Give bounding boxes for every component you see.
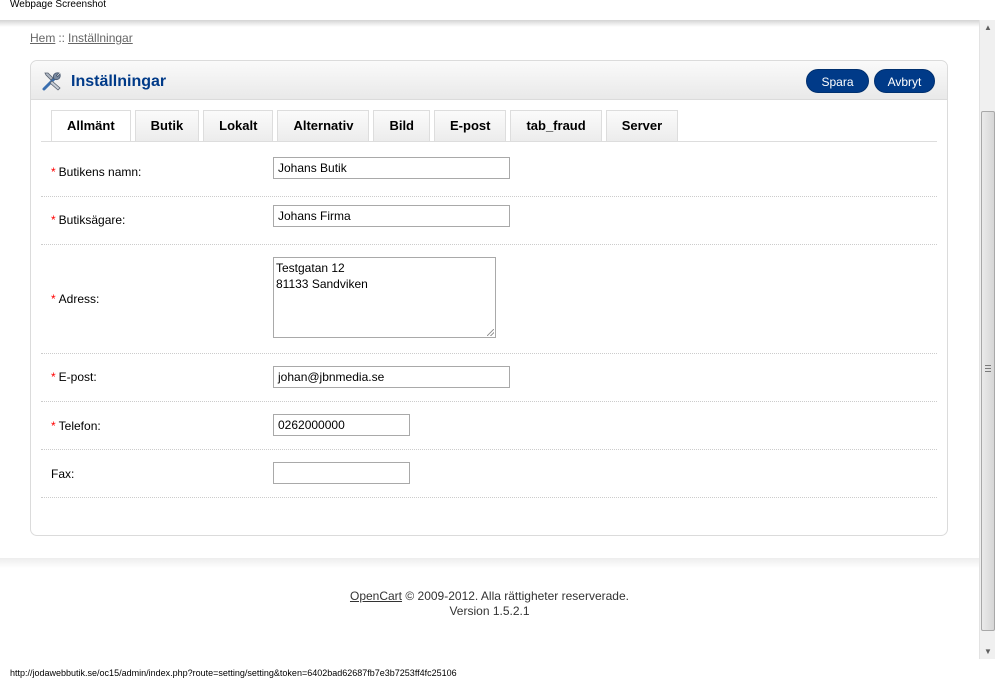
window-title: Webpage Screenshot	[0, 0, 995, 20]
tabs-divider	[41, 141, 937, 142]
resize-handle-icon[interactable]	[487, 329, 494, 336]
required-mark: *	[51, 165, 56, 179]
breadcrumb: Hem:: Inställningar	[30, 31, 133, 45]
required-mark: *	[51, 292, 56, 306]
tab-mail[interactable]: E-post	[434, 110, 507, 141]
required-mark: *	[51, 370, 56, 384]
footer-copyright: © 2009-2012. Alla rättigheter reserverad…	[402, 589, 629, 603]
status-bar-url: http://jodawebbutik.se/oc15/admin/index.…	[0, 659, 995, 679]
form-row-store-name: * Butikens namn: Johans Butik	[41, 149, 937, 197]
store-name-input[interactable]: Johans Butik	[273, 157, 510, 179]
scrollbar-thumb[interactable]	[981, 111, 995, 631]
form-row-address: * Adress: Testgatan 12 81133 Sandviken	[41, 245, 937, 354]
required-mark: *	[51, 213, 56, 227]
email-input[interactable]: johan@jbnmedia.se	[273, 366, 510, 388]
required-mark: *	[51, 419, 56, 433]
footer: OpenCart © 2009-2012. Alla rättigheter r…	[0, 589, 979, 619]
cancel-button[interactable]: Avbryt	[874, 69, 935, 93]
grip-icon	[985, 365, 991, 372]
scroll-up-icon[interactable]: ▲	[984, 23, 992, 32]
store-name-label: * Butikens namn:	[51, 165, 142, 179]
form-row-email: * E-post: johan@jbnmedia.se	[41, 354, 937, 402]
phone-label: * Telefon:	[51, 419, 101, 433]
header-shadow	[0, 20, 979, 27]
breadcrumb-separator: ::	[58, 31, 66, 45]
tab-local[interactable]: Lokalt	[203, 110, 274, 141]
opencart-link[interactable]: OpenCart	[350, 589, 402, 603]
address-textarea[interactable]: Testgatan 12 81133 Sandviken	[273, 257, 496, 338]
owner-label: * Butiksägare:	[51, 213, 126, 227]
tools-icon	[42, 72, 61, 91]
settings-panel: Inställningar Spara Avbryt Allmänt Butik…	[30, 60, 948, 536]
footer-version: Version 1.5.2.1	[449, 604, 530, 618]
vertical-scrollbar[interactable]: ▲ ▼	[979, 20, 995, 659]
tab-general[interactable]: Allmänt	[51, 110, 131, 142]
breadcrumb-current-link[interactable]: Inställningar	[68, 31, 133, 45]
fax-label: Fax:	[51, 467, 75, 481]
form-row-phone: * Telefon: 0262000000	[41, 402, 937, 450]
email-label: * E-post:	[51, 370, 97, 384]
save-button[interactable]: Spara	[806, 69, 869, 93]
tab-fraud[interactable]: tab_fraud	[510, 110, 602, 141]
scroll-down-icon[interactable]: ▼	[984, 647, 992, 656]
address-label: * Adress:	[51, 292, 100, 306]
phone-input[interactable]: 0262000000	[273, 414, 410, 436]
general-settings-form: * Butikens namn: Johans Butik * Butiksägar…	[41, 149, 937, 498]
footer-divider	[0, 558, 979, 568]
panel-heading: Inställningar Spara Avbryt	[31, 61, 947, 100]
tab-server[interactable]: Server	[605, 110, 679, 141]
tab-option[interactable]: Alternativ	[277, 110, 370, 141]
page-viewport: Hem:: Inställningar Inställningar Spara A…	[0, 20, 979, 659]
form-row-owner: * Butiksägare: Johans Firma	[41, 197, 937, 245]
tab-store[interactable]: Butik	[134, 110, 200, 141]
fax-input[interactable]	[273, 462, 410, 484]
form-row-fax: Fax:	[41, 450, 937, 498]
tab-image[interactable]: Bild	[373, 110, 430, 141]
breadcrumb-home-link[interactable]: Hem	[30, 31, 55, 45]
settings-tabs: Allmänt Butik Lokalt Alternativ Bild E-p…	[51, 110, 682, 142]
page-title: Inställningar	[71, 73, 167, 90]
owner-input[interactable]: Johans Firma	[273, 205, 510, 227]
